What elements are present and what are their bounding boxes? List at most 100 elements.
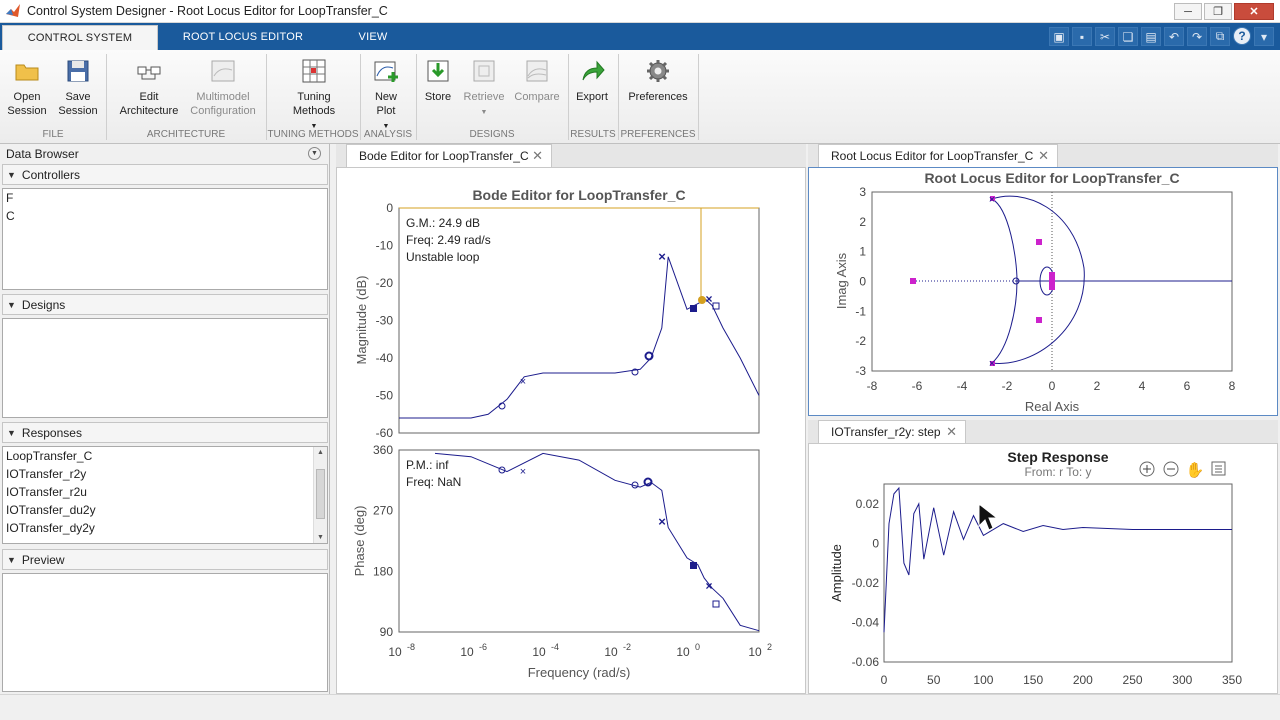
controllers-section-header[interactable]: ▼ Controllers	[2, 164, 328, 185]
closed-loop-pole[interactable]	[1049, 272, 1055, 290]
time-tick-label: 350	[1222, 673, 1242, 687]
compare-icon	[526, 60, 548, 82]
minimize-button[interactable]: ─	[1174, 3, 1202, 20]
preferences-button[interactable]: Preferences	[624, 58, 692, 104]
tuning-methods-button[interactable]: Tuning Methods ▼	[276, 58, 352, 134]
magnitude-tick-label: -20	[376, 276, 394, 290]
list-item[interactable]: LoopTransfer_C	[3, 447, 327, 465]
preview-area	[2, 573, 328, 692]
frequency-tick-label: 10	[532, 645, 546, 659]
export-button[interactable]: Export	[572, 58, 612, 104]
new-plot-button[interactable]: New Plot ▼	[366, 58, 406, 134]
pole-marker[interactable]: ×	[520, 466, 526, 478]
list-item[interactable]: C	[3, 207, 327, 225]
save-session-button[interactable]: Save Session	[54, 58, 102, 118]
copy-icon[interactable]: ❏	[1118, 27, 1138, 46]
help-icon[interactable]: ?	[1233, 27, 1251, 45]
save-icon[interactable]: ▪	[1072, 27, 1092, 46]
list-item[interactable]: IOTransfer_du2y	[3, 501, 327, 519]
frequency-tick-exponent: -4	[551, 642, 559, 652]
expand-ribbon-icon[interactable]: ▾	[1254, 27, 1274, 46]
frequency-tick-label: 10	[604, 645, 618, 659]
time-tick-label: 250	[1123, 673, 1143, 687]
pole-marker[interactable]: ×	[989, 194, 995, 206]
real-axis-tick-label: -6	[912, 379, 923, 393]
close-button[interactable]: ✕	[1234, 3, 1274, 20]
store-button[interactable]: Store	[420, 58, 456, 104]
retrieve-icon	[473, 60, 495, 82]
collapse-triangle-icon: ▼	[7, 169, 16, 180]
tab-control-system[interactable]: CONTROL SYSTEM	[2, 25, 158, 50]
close-tab-icon[interactable]: ✕	[946, 421, 957, 443]
magnitude-tick-label: -50	[376, 389, 394, 403]
redo-icon[interactable]: ↷	[1187, 27, 1207, 46]
list-item[interactable]: F	[3, 189, 327, 207]
preview-section-header[interactable]: ▼ Preview	[2, 549, 328, 570]
time-tick-label: 0	[881, 673, 888, 687]
closed-loop-pole[interactable]	[1036, 317, 1042, 323]
scroll-down-icon[interactable]: ▼	[317, 534, 324, 541]
cut-icon[interactable]: ✂	[1095, 27, 1115, 46]
scroll-up-icon[interactable]: ▲	[317, 449, 324, 456]
list-item[interactable]: IOTransfer_dy2y	[3, 519, 327, 537]
status-bar	[0, 694, 1280, 720]
bode-plot: Bode Editor for LoopTransfer_C 0-10-20-3…	[352, 187, 772, 680]
pole-marker[interactable]: ×	[705, 579, 712, 593]
tab-root-locus-editor[interactable]: ROOT LOCUS EDITOR	[172, 25, 314, 50]
phase-tick-label: 270	[373, 504, 393, 518]
list-item[interactable]: IOTransfer_r2y	[3, 465, 327, 483]
real-axis-tick-label: 6	[1184, 379, 1191, 393]
imag-axis-tick-label: 0	[859, 275, 866, 289]
compare-button[interactable]: Compare	[512, 58, 562, 104]
edit-architecture-button[interactable]: Edit Architecture	[114, 58, 184, 118]
collapse-triangle-icon: ▼	[7, 427, 16, 438]
maximize-button[interactable]: ❐	[1204, 3, 1232, 20]
scroll-thumb[interactable]	[316, 469, 325, 519]
switch-windows-icon[interactable]: ⧉	[1210, 27, 1230, 46]
retrieve-button[interactable]: Retrieve ▼	[460, 58, 508, 120]
multimodel-configuration-button[interactable]: Multimodel Configuration	[188, 58, 258, 118]
rootlocus-editor-panel: Root Locus Editor for LoopTransfer_C -8-…	[808, 167, 1278, 416]
root-locus-plot: Root Locus Editor for LoopTransfer_C -8-…	[834, 170, 1236, 414]
panel-menu-icon[interactable]: ▼	[308, 147, 321, 160]
frequency-tick-exponent: -8	[407, 642, 415, 652]
paste-icon[interactable]: ▤	[1141, 27, 1161, 46]
responses-scrollbar[interactable]: ▲ ▼	[313, 447, 327, 543]
pole-marker[interactable]: ×	[520, 376, 526, 388]
magnitude-tick-label: -10	[376, 239, 394, 253]
real-pole-marker[interactable]	[690, 562, 697, 569]
list-item[interactable]: IOTransfer_r2u	[3, 483, 327, 501]
real-axis-tick-label: -8	[867, 379, 878, 393]
step-axes[interactable]	[883, 483, 1233, 663]
dock-icon[interactable]: ▣	[1049, 27, 1069, 46]
tab-step-response[interactable]: IOTransfer_r2y: step ✕	[818, 420, 966, 444]
title-bar: Control System Designer - Root Locus Edi…	[0, 0, 1280, 23]
time-tick-label: 50	[927, 673, 941, 687]
mouse-cursor-icon	[978, 502, 999, 531]
real-axis-tick-label: 8	[1229, 379, 1236, 393]
time-tick-label: 150	[1023, 673, 1043, 687]
magnitude-tick-label: 0	[386, 201, 393, 215]
new-plot-icon	[374, 61, 398, 82]
tab-root-locus-editor-doc[interactable]: Root Locus Editor for LoopTransfer_C ✕	[818, 144, 1058, 168]
close-tab-icon[interactable]: ✕	[532, 145, 543, 167]
undo-icon[interactable]: ↶	[1164, 27, 1184, 46]
closed-loop-pole[interactable]	[1036, 239, 1042, 245]
real-axis-tick-label: 4	[1139, 379, 1146, 393]
tab-bode-editor[interactable]: Bode Editor for LoopTransfer_C ✕	[346, 144, 552, 168]
amplitude-tick-label: -0.06	[852, 655, 880, 669]
open-session-button[interactable]: Open Session	[4, 58, 50, 118]
pole-marker[interactable]: ×	[658, 514, 666, 529]
pole-marker[interactable]: ×	[658, 249, 666, 264]
responses-list: LoopTransfer_C IOTransfer_r2y IOTransfer…	[2, 446, 328, 544]
responses-section-header[interactable]: ▼ Responses	[2, 422, 328, 443]
closed-loop-pole[interactable]	[910, 278, 916, 284]
pole-marker[interactable]: ×	[989, 358, 995, 370]
close-tab-icon[interactable]: ✕	[1038, 145, 1049, 167]
pole-marker[interactable]: ×	[705, 292, 712, 306]
gain-margin-frequency: Freq: 2.49 rad/s	[406, 233, 491, 247]
designs-section-header[interactable]: ▼ Designs	[2, 294, 328, 315]
pan-hand-icon[interactable]: ✋	[1186, 461, 1205, 479]
tab-view[interactable]: VIEW	[340, 25, 406, 50]
real-pole-marker[interactable]	[690, 305, 697, 312]
